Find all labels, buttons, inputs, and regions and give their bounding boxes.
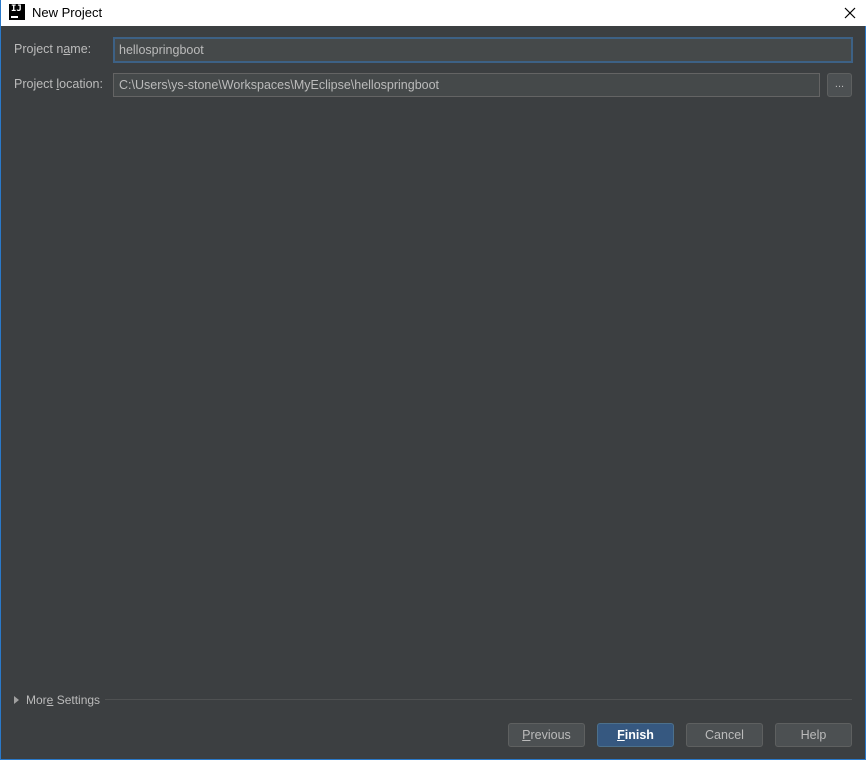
title-bar[interactable]: IJ New Project xyxy=(1,0,866,26)
previous-button[interactable]: Previous xyxy=(508,723,585,747)
close-icon[interactable] xyxy=(833,0,866,26)
finish-button[interactable]: Finish xyxy=(597,723,674,747)
more-settings-toggle[interactable]: More Settings xyxy=(13,692,100,708)
help-button[interactable]: Help xyxy=(775,723,852,747)
project-name-input[interactable]: hellospringboot xyxy=(113,37,853,63)
window-title: New Project xyxy=(32,5,103,20)
cancel-button[interactable]: Cancel xyxy=(686,723,763,747)
project-location-input[interactable]: C:\Users\ys-stone\Workspaces\MyEclipse\h… xyxy=(113,73,820,97)
new-project-dialog: IJ New Project Project name: hellospring… xyxy=(0,0,866,760)
triangle-right-icon xyxy=(14,696,19,704)
more-settings-label: More Settings xyxy=(26,693,101,707)
divider xyxy=(105,699,852,700)
project-name-label: Project name: xyxy=(14,42,92,56)
browse-button[interactable]: ... xyxy=(827,73,852,97)
project-location-label: Project location: xyxy=(14,77,103,91)
intellij-idea-icon: IJ xyxy=(9,4,25,20)
